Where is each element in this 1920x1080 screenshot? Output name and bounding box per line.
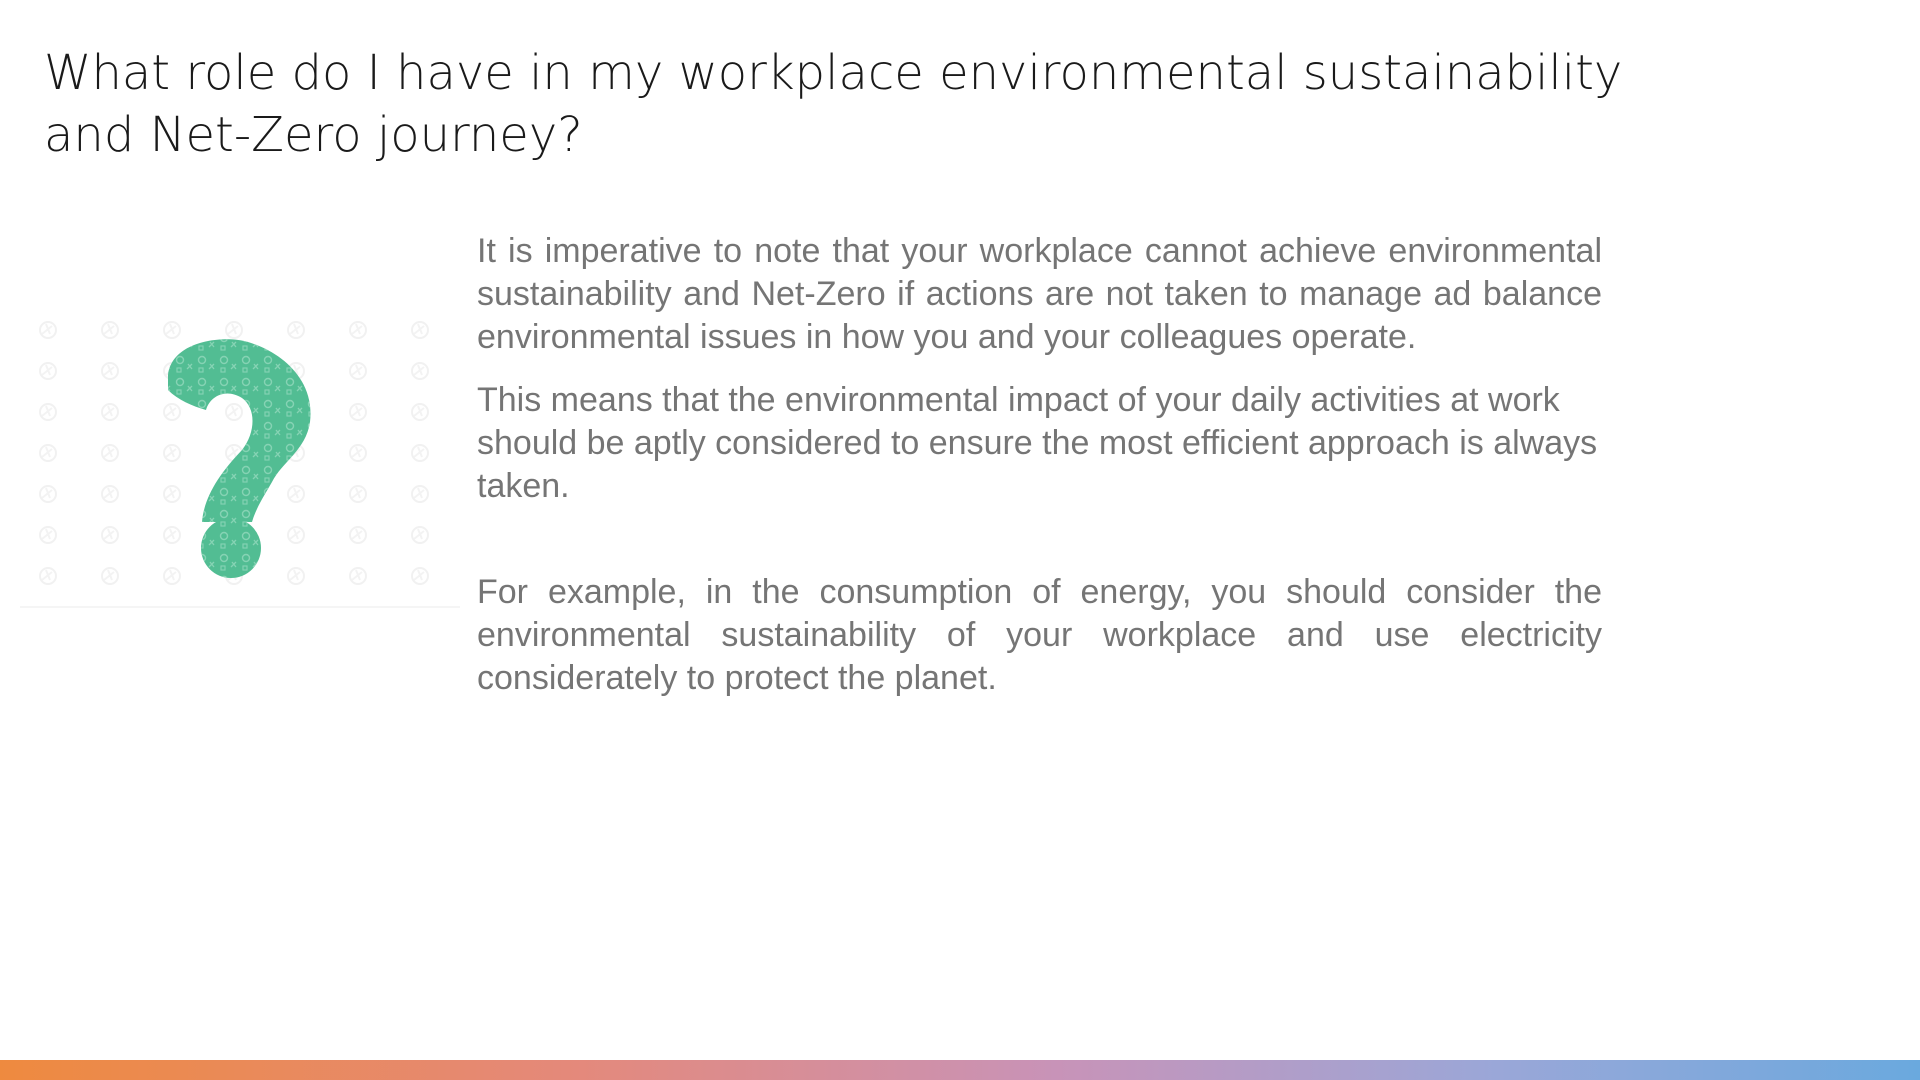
slide-title: What role do I have in my workplace envi… [44,45,1623,163]
paragraph-daily-activities: This means that the environmental impact… [477,381,1598,505]
paragraph-imperative: It is imperative to note that your workp… [477,232,1602,356]
bottom-gradient-bar [0,1060,1920,1080]
slide: What role do I have in my workplace envi… [0,0,1920,1080]
question-mark-illustration [20,310,460,610]
body-text: It is imperative to note that your workp… [477,230,1602,700]
question-mark-icon [20,310,460,608]
paragraph-energy-example: For example, in the consumption of energ… [477,573,1602,697]
